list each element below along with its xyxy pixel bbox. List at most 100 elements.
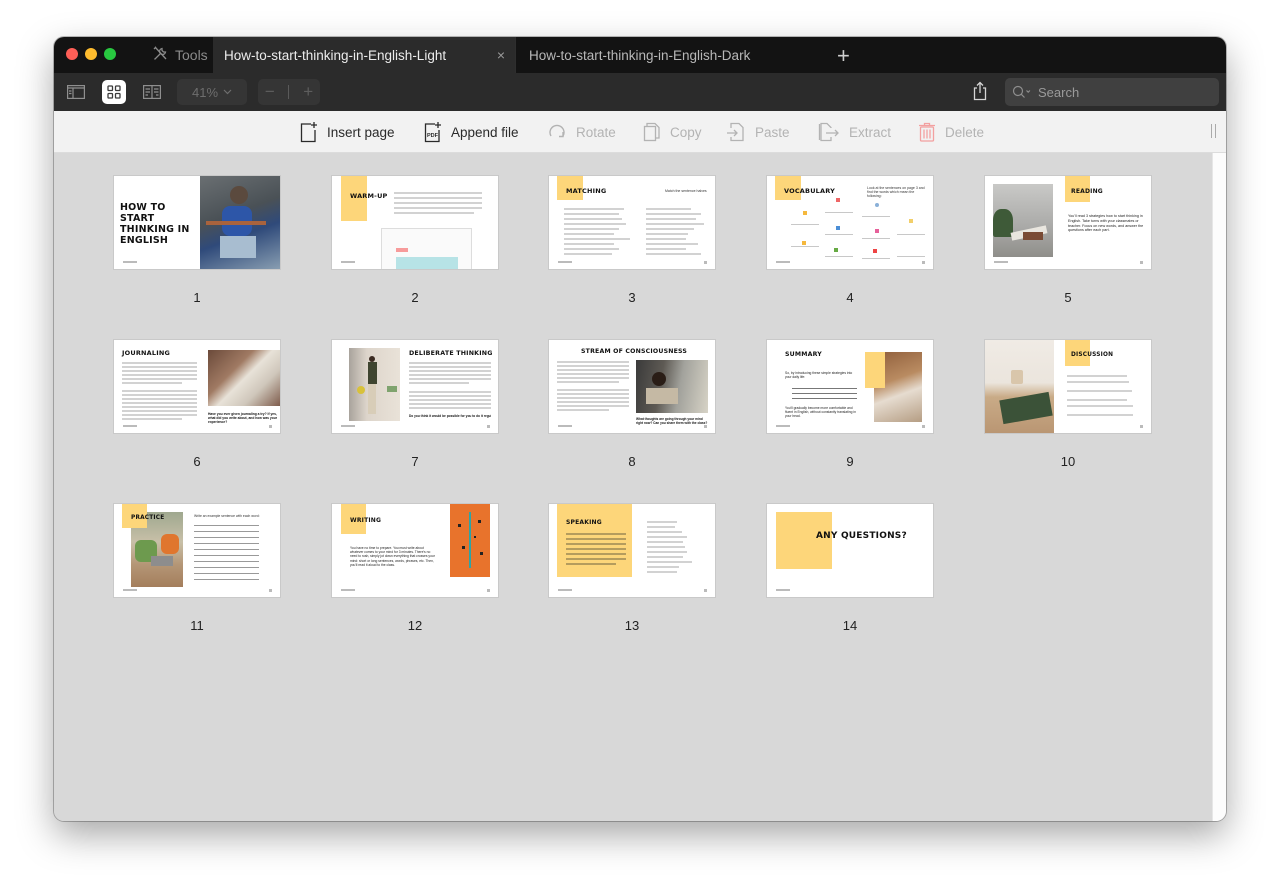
new-tab-button[interactable]: + [837,43,850,69]
page-preview[interactable]: SPEAKING [548,503,716,598]
slide-photo [208,350,280,406]
paste-label: Paste [755,124,790,140]
minimize-window-button[interactable] [85,48,97,60]
copy-label: Copy [670,124,702,140]
page-preview[interactable]: READING You'll read 3 strategies how to … [984,175,1152,270]
page-thumbnail[interactable]: WRITING You have no time to prepare. You… [331,503,499,633]
page-preview[interactable]: SUMMARY So, by introducing these simple … [766,339,934,434]
page-number: 3 [628,290,636,305]
page-thumbnail[interactable]: HOW TO START THINKING IN ENGLISH 1 [113,175,281,305]
slide-closing: You'll gradually become more comfortable… [785,406,856,419]
append-file-label: Append file [451,124,519,140]
slide-body: You'll read 3 strategies how to start th… [1068,214,1144,233]
stepper-divider [288,85,290,99]
vertical-scrollbar[interactable] [1212,153,1226,821]
zoom-window-button[interactable] [104,48,116,60]
share-button[interactable] [972,81,988,106]
insert-page-icon [300,122,317,143]
slide-question: What thoughts are going through your min… [636,417,708,425]
copy-icon [643,122,660,142]
page-thumbnail[interactable]: SUMMARY So, by introducing these simple … [766,339,934,469]
page-number: 8 [628,454,636,469]
page-thumbnail[interactable]: SPEAKING 13 [548,503,716,633]
page-preview[interactable]: JOURNALING Have you ever given journalin… [113,339,281,434]
search-input[interactable] [1038,84,1198,100]
slide-title: VOCABULARY [784,187,836,195]
slide-title: PRACTICE [131,515,165,521]
page-preview[interactable]: WRITING You have no time to prepare. You… [331,503,499,598]
paste-button[interactable]: Paste [726,120,790,144]
page-thumbnail[interactable]: STREAM OF CONSCIOUSNESS What thoughts ar… [548,339,716,469]
slide-subtitle: Match the sentence halves [665,189,707,193]
append-file-button[interactable]: PDF Append file [424,120,519,144]
slide-title: ANY QUESTIONS? [816,531,907,541]
page-preview[interactable]: ANY QUESTIONS? [766,503,934,598]
slide-title: READING [1071,188,1103,195]
slide-title: SPEAKING [566,519,602,526]
page-thumbnail[interactable]: PRACTICE Write an example sentence with … [113,503,281,633]
grid-view-button[interactable] [102,80,126,104]
grid-icon [107,85,121,99]
page-thumbnail[interactable]: VOCABULARY Look at the sentences on page… [766,175,934,305]
tab-light[interactable]: How-to-start-thinking-in-English-Light × [213,37,515,73]
slide-photo [636,360,708,413]
page-toolbar: Insert page PDF Append file Rotate Copy [54,111,1226,153]
page-number: 9 [846,454,854,469]
delete-button[interactable]: Delete [918,120,984,144]
delete-label: Delete [945,124,985,140]
slide-title: WARM-UP [350,192,388,200]
extract-button[interactable]: Extract [818,120,891,144]
paste-icon [727,122,744,142]
slide-photo [450,504,490,577]
tab-dark[interactable]: How-to-start-thinking-in-English-Dark [515,37,851,73]
tools-button[interactable]: Tools [152,37,208,73]
close-tab-icon[interactable]: × [497,47,505,63]
page-preview[interactable]: STREAM OF CONSCIOUSNESS What thoughts ar… [548,339,716,434]
page-preview[interactable]: VOCABULARY Look at the sentences on page… [766,175,934,270]
page-number: 4 [846,290,854,305]
rotate-button[interactable]: Rotate [547,120,616,144]
tab-bar: Tools How-to-start-thinking-in-English-L… [54,37,1226,73]
page-thumbnail[interactable]: WARM-UP 2 [331,175,499,305]
slide-photo [200,176,280,269]
page-thumbnail[interactable]: READING You'll read 3 strategies how to … [984,175,1152,305]
page-grid: HOW TO START THINKING IN ENGLISH 1 WARM-… [54,153,1212,821]
page-number: 12 [407,618,423,633]
page-thumbnail[interactable]: DELIBERATE THINKING Do you think it woul… [331,339,499,469]
page-thumbnail[interactable]: MATCHING Match the sentence halves 3 [548,175,716,305]
app-window: Tools How-to-start-thinking-in-English-L… [54,37,1226,821]
tab-title: How-to-start-thinking-in-English-Light [224,47,447,63]
page-number: 11 [190,618,204,633]
page-thumbnail[interactable]: JOURNALING Have you ever given journalin… [113,339,281,469]
page-preview[interactable]: DELIBERATE THINKING Do you think it woul… [331,339,499,434]
slide-title: SUMMARY [785,351,822,358]
page-number: 2 [411,290,419,305]
zoom-level-select[interactable]: 41% [177,79,247,105]
sidebar-icon [67,85,85,99]
page-thumbnail[interactable]: DISCUSSION 10 [984,339,1152,469]
copy-button[interactable]: Copy [643,120,702,144]
page-preview[interactable]: PRACTICE Write an example sentence with … [113,503,281,598]
slide-question: Do you think it would be possible for yo… [409,414,491,418]
search-icon [1012,85,1031,98]
page-preview[interactable]: HOW TO START THINKING IN ENGLISH [113,175,281,270]
extract-label: Extract [849,124,892,140]
search-box[interactable] [1005,78,1219,106]
page-thumbnail[interactable]: ANY QUESTIONS? 14 [766,503,934,633]
rotate-icon [549,124,565,138]
page-preview[interactable]: DISCUSSION [984,339,1152,434]
page-preview[interactable]: WARM-UP [331,175,499,270]
slide-body: So, by introducing these simple strategi… [785,371,853,380]
sidebar-view-button[interactable] [64,80,88,104]
zoom-out-button[interactable]: − [265,82,275,102]
slide-photo [985,340,1054,433]
page-number: 1 [193,290,201,305]
close-window-button[interactable] [66,48,78,60]
insert-page-button[interactable]: Insert page [300,120,395,144]
page-number: 5 [1064,290,1072,305]
two-page-view-button[interactable] [140,80,164,104]
zoom-in-button[interactable]: + [303,82,313,102]
slide-title: DISCUSSION [1071,352,1114,358]
page-preview[interactable]: MATCHING Match the sentence halves [548,175,716,270]
toolbar-resize-handle[interactable] [1211,124,1216,138]
